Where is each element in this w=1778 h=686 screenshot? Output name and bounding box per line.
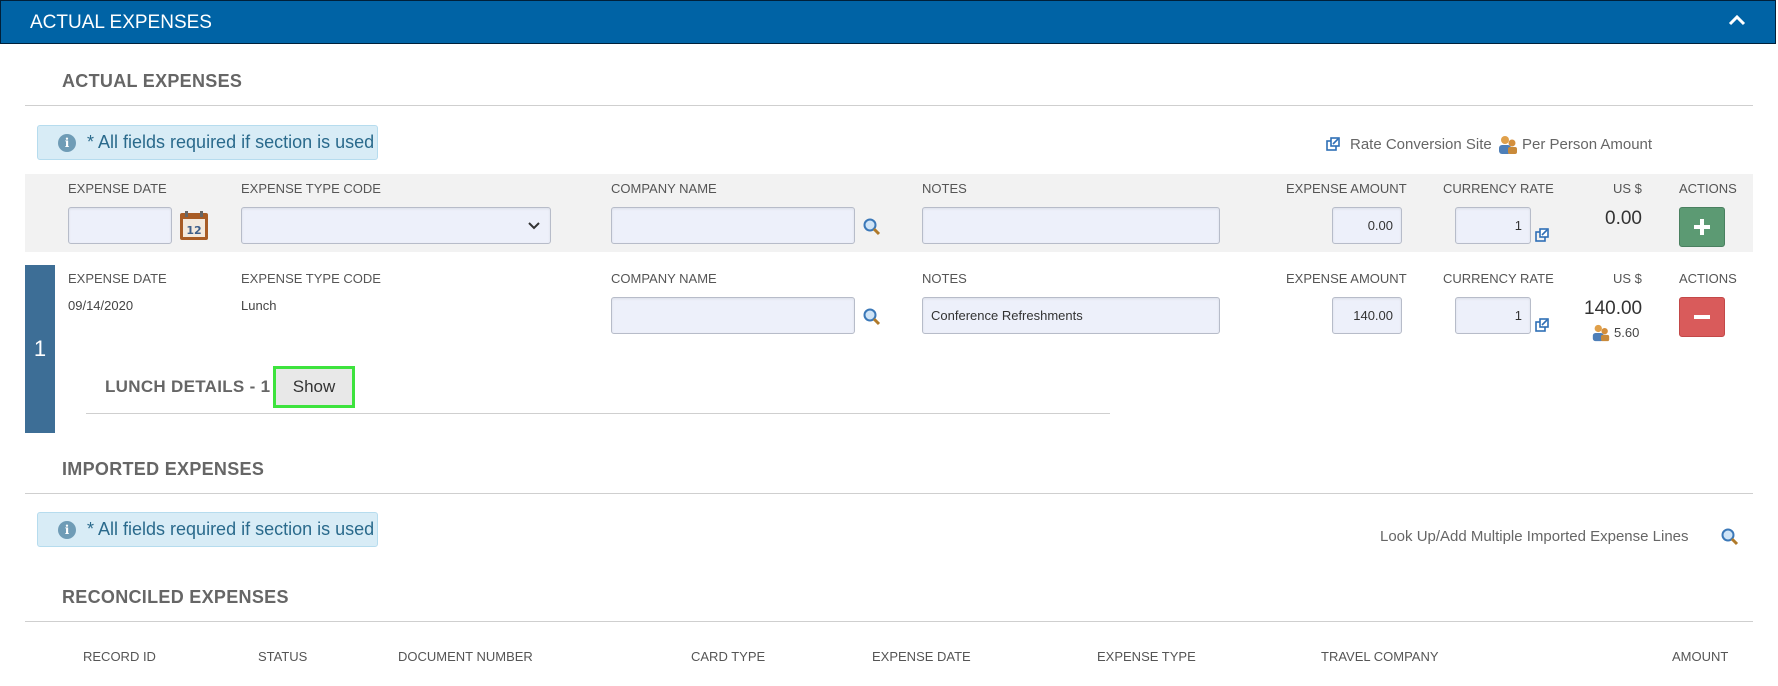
label-notes: NOTES [922,181,967,196]
search-icon[interactable] [1720,527,1740,547]
label-expense-date: EXPENSE DATE [68,271,167,286]
section-header-bar[interactable]: ACTUAL EXPENSES [0,0,1776,44]
label-usd: US $ [1613,271,1642,286]
rate-conversion-link[interactable]: Rate Conversion Site [1350,136,1492,153]
plus-icon [1694,219,1710,235]
column-header-card-type: CARD TYPE [691,649,766,664]
expense-date-input[interactable] [68,207,172,244]
section-header-title: ACTUAL EXPENSES [30,12,212,33]
lookup-imported-lines-link[interactable]: Look Up/Add Multiple Imported Expense Li… [1380,528,1689,545]
info-banner-imported: i * All fields required if section is us… [37,512,378,547]
currency-rate-input[interactable] [1455,297,1531,334]
external-link-icon[interactable] [1326,137,1340,151]
info-banner-text: * All fields required if section is used [87,519,375,539]
calendar-icon[interactable]: 12 [179,211,209,241]
lunch-details-label: LUNCH DETAILS - 1 [105,377,271,396]
info-banner-text: * All fields required if section is used [87,132,375,152]
row-number: 1 [33,336,47,361]
divider [86,413,1110,414]
svg-text:12: 12 [186,224,201,237]
people-icon [1592,324,1610,342]
per-person-amount-link[interactable]: Per Person Amount [1522,136,1652,153]
label-expense-amount: EXPENSE AMOUNT [1286,271,1407,286]
currency-rate-input[interactable] [1455,207,1531,244]
row-number-bar: 1 [25,265,55,433]
notes-input[interactable] [922,207,1220,244]
expense-amount-input[interactable] [1332,207,1402,244]
label-currency-rate: CURRENCY RATE [1443,181,1554,196]
label-expense-type: EXPENSE TYPE CODE [241,271,381,286]
column-header-expense-type: EXPENSE TYPE [1097,649,1196,664]
actual-expenses-title: ACTUAL EXPENSES [62,71,243,91]
people-icon [1499,136,1517,154]
expense-amount-input[interactable] [1332,297,1402,334]
minus-icon [1694,315,1710,319]
label-company-name: COMPANY NAME [611,181,717,196]
label-currency-rate: CURRENCY RATE [1443,271,1554,286]
notes-input[interactable] [922,297,1220,334]
delete-expense-button[interactable] [1679,297,1725,337]
label-actions: ACTIONS [1679,271,1737,286]
usd-amount: 0.00 [1605,208,1642,229]
show-details-label: Show [292,377,336,396]
column-header-amount: AMOUNT [1672,649,1729,664]
reconciled-expenses-title: RECONCILED EXPENSES [62,587,289,607]
company-name-input[interactable] [611,207,855,244]
add-expense-button[interactable] [1679,207,1725,247]
chevron-down-icon [528,222,540,230]
column-header-document-number: DOCUMENT NUMBER [398,649,533,664]
info-icon: i [58,520,76,539]
show-details-button[interactable]: Show [273,366,355,408]
label-expense-type: EXPENSE TYPE CODE [241,181,381,196]
divider [25,621,1753,622]
search-icon[interactable] [862,307,882,327]
expense-date-value: 09/14/2020 [68,298,134,313]
expense-type-select[interactable] [241,207,551,244]
company-name-input[interactable] [611,297,855,334]
usd-amount: 140.00 [1584,298,1643,319]
label-company-name: COMPANY NAME [611,271,717,286]
column-header-status: STATUS [258,649,308,664]
column-header-travel-company: TRAVEL COMPANY [1321,649,1439,664]
divider [25,105,1753,106]
label-notes: NOTES [922,271,967,286]
label-usd: US $ [1613,181,1642,196]
info-banner-actual: i * All fields required if section is us… [37,125,378,160]
expense-type-value: Lunch [241,298,277,313]
external-link-icon[interactable] [1535,228,1549,242]
external-link-icon[interactable] [1535,318,1549,332]
per-person-value: 5.60 [1614,325,1640,340]
label-actions: ACTIONS [1679,181,1737,196]
info-icon: i [58,133,76,152]
label-expense-date: EXPENSE DATE [68,181,167,196]
column-header-record-id: RECORD ID [83,649,156,664]
search-icon[interactable] [862,217,882,237]
column-header-expense-date: EXPENSE DATE [872,649,971,664]
divider [25,493,1753,494]
imported-expenses-title: IMPORTED EXPENSES [62,459,265,479]
label-expense-amount: EXPENSE AMOUNT [1286,181,1407,196]
chevron-up-icon[interactable] [1726,9,1748,31]
